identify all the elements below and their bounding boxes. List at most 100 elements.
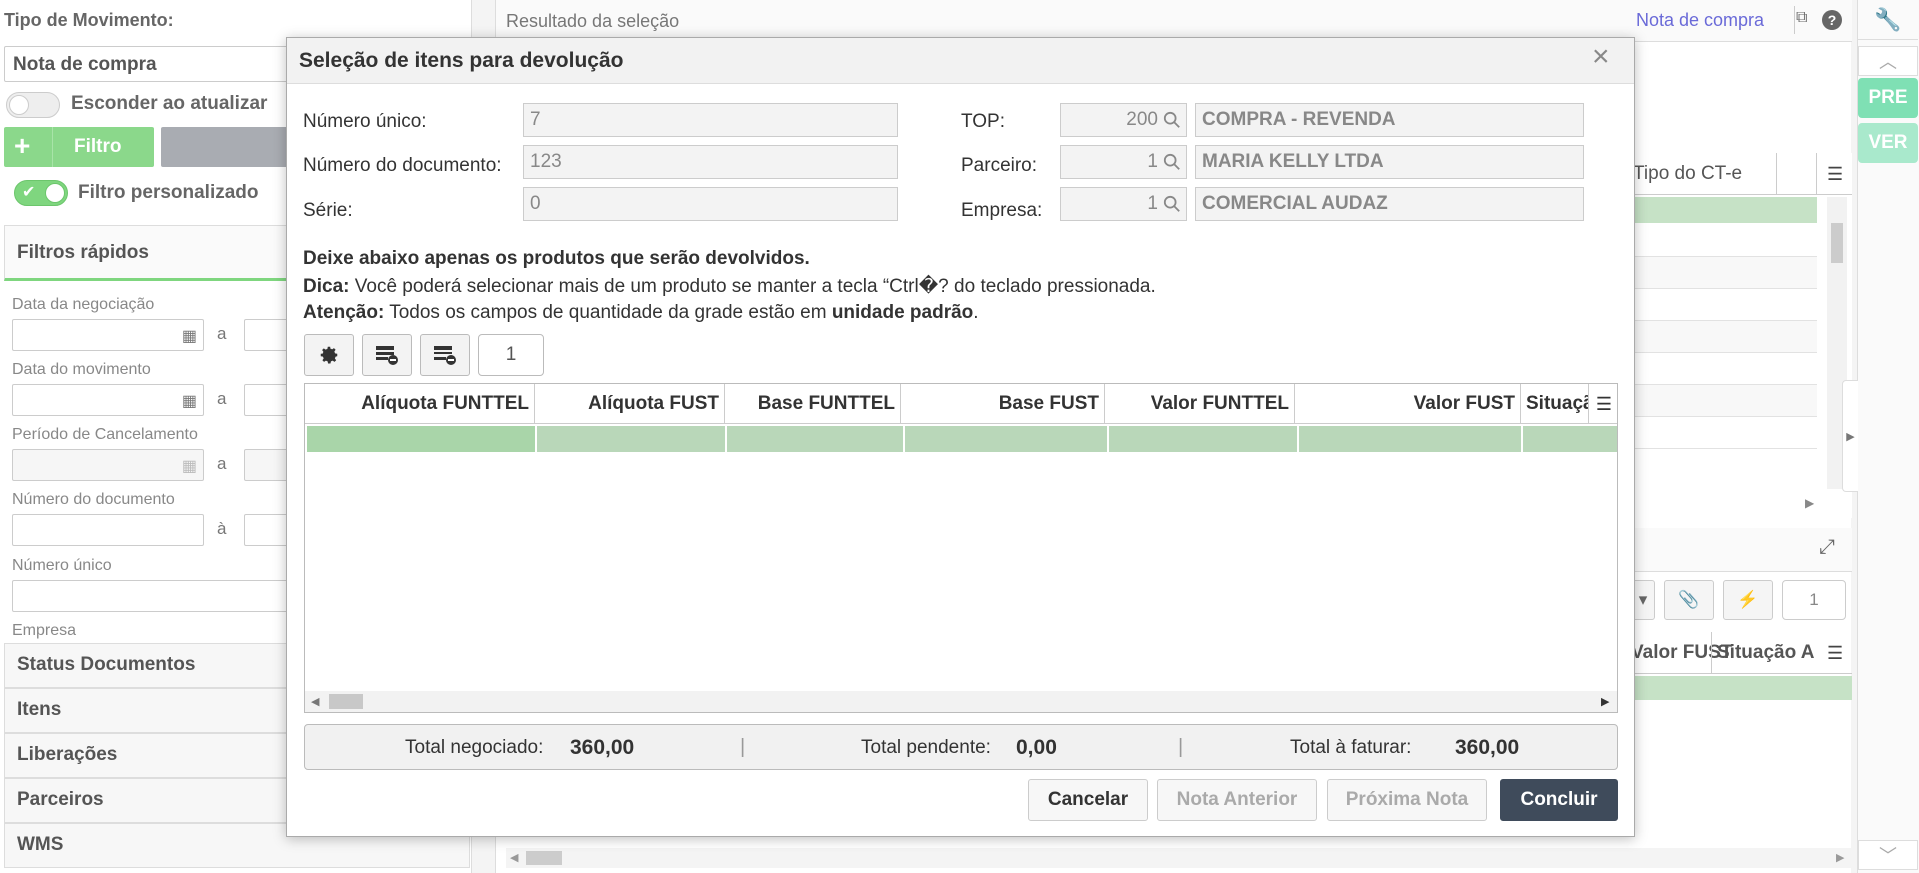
scrollbar-thumb[interactable]: [1831, 223, 1843, 263]
horizontal-scrollbar[interactable]: ◀ ▶: [506, 848, 1852, 868]
calendar-icon[interactable]: ▦: [182, 326, 197, 346]
calendar-icon[interactable]: ▦: [182, 391, 197, 411]
numero-unico-field[interactable]: 7: [523, 103, 898, 137]
gear-button[interactable]: [304, 334, 354, 376]
parceiro-code-field[interactable]: 1: [1060, 145, 1187, 179]
nota-anterior-button[interactable]: Nota Anterior: [1157, 779, 1317, 821]
close-icon[interactable]: ×: [1592, 42, 1610, 72]
dica-line: Dica: Você poderá selecionar mais de um …: [303, 275, 1156, 298]
columns-menu-icon[interactable]: ☰: [1589, 384, 1617, 424]
apply-button[interactable]: [161, 127, 291, 167]
col-base-funttel[interactable]: Base FUNTTEL: [725, 384, 901, 424]
attach-icon[interactable]: 📎: [1664, 580, 1714, 620]
data-movimento-inicio[interactable]: ▦: [12, 384, 204, 416]
search-icon[interactable]: [1163, 195, 1181, 213]
empresa-code-field[interactable]: 1: [1060, 187, 1187, 221]
lower-grid-header: Valor FUST Situação A ☰: [1631, 632, 1852, 674]
cancelar-button[interactable]: Cancelar: [1028, 779, 1148, 821]
grid-cell[interactable]: [727, 426, 905, 452]
filtro-button-label: Filtro: [74, 136, 122, 157]
nota-compra-link[interactable]: Nota de compra: [1636, 10, 1764, 31]
data-negociacao-inicio[interactable]: ▦: [12, 319, 204, 351]
grid-horizontal-scrollbar[interactable]: ◀ ▶: [305, 691, 1617, 712]
scroll-right-icon[interactable]: ▶: [1805, 496, 1814, 510]
result-title: Resultado da seleção: [506, 11, 680, 31]
scrollbar-thumb[interactable]: [329, 694, 363, 709]
calendar-icon[interactable]: ▦: [182, 456, 197, 476]
col-aliquota-fust[interactable]: Alíquota FUST: [535, 384, 725, 424]
col-tipo-cte[interactable]: Tipo do CT-e: [1633, 163, 1742, 185]
serie-field[interactable]: 0: [523, 187, 898, 221]
search-icon[interactable]: [1163, 111, 1181, 129]
result-header: Resultado da seleção Nota de compra ⧉ ?: [496, 0, 1852, 42]
total-negociado-value: 360,00: [570, 736, 635, 759]
columns-menu-icon[interactable]: ☰: [1827, 643, 1843, 664]
search-icon[interactable]: [1163, 153, 1181, 171]
numero-documento-field[interactable]: 123: [523, 145, 898, 179]
table-row[interactable]: [1631, 321, 1817, 353]
scroll-left-icon[interactable]: ◀: [510, 851, 518, 864]
table-row[interactable]: [1631, 225, 1817, 257]
concluir-button[interactable]: Concluir: [1500, 779, 1618, 821]
periodo-cancelamento-inicio[interactable]: ▦: [12, 449, 204, 481]
scroll-right-icon[interactable]: ▶: [1836, 851, 1844, 864]
scroll-left-icon[interactable]: ◀: [311, 695, 319, 708]
table-row[interactable]: [1631, 385, 1817, 417]
totals-bar: Total negociado: 360,00 | Total pendente…: [304, 724, 1618, 770]
wrench-icon[interactable]: 🔧: [1858, 0, 1918, 40]
copy-icon[interactable]: ⧉: [1796, 9, 1807, 27]
selected-row[interactable]: [1631, 676, 1852, 700]
selected-row[interactable]: [1631, 197, 1817, 223]
help-icon[interactable]: ?: [1822, 10, 1842, 30]
chevron-up-icon[interactable]: ︿: [1858, 46, 1918, 76]
col-valor-fust[interactable]: Valor FUST: [1295, 384, 1521, 424]
col-base-fust[interactable]: Base FUST: [901, 384, 1105, 424]
scroll-right-icon[interactable]: ▶: [1601, 695, 1609, 708]
remove-grid-filter-button[interactable]: [420, 334, 470, 376]
proxima-nota-button[interactable]: Próxima Nota: [1327, 779, 1487, 821]
col-situacao[interactable]: Situaçã: [1521, 384, 1589, 424]
total-pendente-value: 0,00: [1016, 736, 1057, 759]
empresa-description: COMERCIAL AUDAZ: [1195, 187, 1584, 221]
table-row[interactable]: [1631, 353, 1817, 385]
numero-documento-inicio[interactable]: [12, 514, 204, 546]
pre-button[interactable]: PRE: [1858, 78, 1918, 118]
periodo-cancelamento-label: Período de Cancelamento: [12, 426, 198, 443]
page-number-input[interactable]: 1: [1782, 580, 1846, 620]
collapse-handle-icon[interactable]: ▶: [1842, 380, 1858, 492]
lightning-icon[interactable]: ⚡: [1723, 580, 1773, 620]
data-movimento-label: Data do movimento: [12, 361, 151, 378]
dica-label: Dica:: [303, 276, 350, 297]
grid-cell[interactable]: [1299, 426, 1523, 452]
grid-cell[interactable]: [1523, 426, 1617, 452]
expand-icon[interactable]: ⤢: [1819, 536, 1835, 559]
upper-grid-header: Tipo do CT-e ☰: [1631, 153, 1852, 195]
filtro-personalizado-label: Filtro personalizado: [78, 182, 259, 203]
table-row[interactable]: [1631, 257, 1817, 289]
grid-cell[interactable]: [307, 426, 537, 452]
table-row[interactable]: [1631, 417, 1817, 449]
right-rail: 🔧 ︿ PRE VER ▶ ﹀: [1842, 0, 1919, 873]
totals-separator: |: [1178, 736, 1184, 758]
col-situacao[interactable]: Situação A: [1717, 642, 1817, 664]
table-row[interactable]: [1631, 289, 1817, 321]
esconder-toggle[interactable]: [6, 92, 60, 118]
grid-cell[interactable]: [537, 426, 727, 452]
grid-cell[interactable]: [905, 426, 1109, 452]
ver-button[interactable]: VER: [1858, 123, 1918, 163]
top-code-field[interactable]: 200: [1060, 103, 1187, 137]
col-aliquota-funttel[interactable]: Alíquota FUNTTEL: [305, 384, 535, 424]
remove-filter-button[interactable]: [362, 334, 412, 376]
page-number-input[interactable]: 1: [478, 334, 544, 376]
columns-menu-icon[interactable]: ☰: [1827, 164, 1843, 185]
header-divider: [1794, 6, 1795, 34]
grid-cell[interactable]: [1109, 426, 1299, 452]
filtro-button[interactable]: + Filtro: [4, 127, 154, 167]
empresa-label: Empresa: [12, 622, 77, 639]
chevron-down-icon[interactable]: ﹀: [1858, 840, 1918, 870]
total-negociado-label: Total negociado:: [405, 737, 544, 758]
col-valor-funttel[interactable]: Valor FUNTTEL: [1105, 384, 1295, 424]
range-separator: à: [217, 519, 227, 538]
scrollbar-thumb[interactable]: [526, 851, 562, 865]
filtro-personalizado-toggle[interactable]: ✔: [14, 180, 68, 206]
